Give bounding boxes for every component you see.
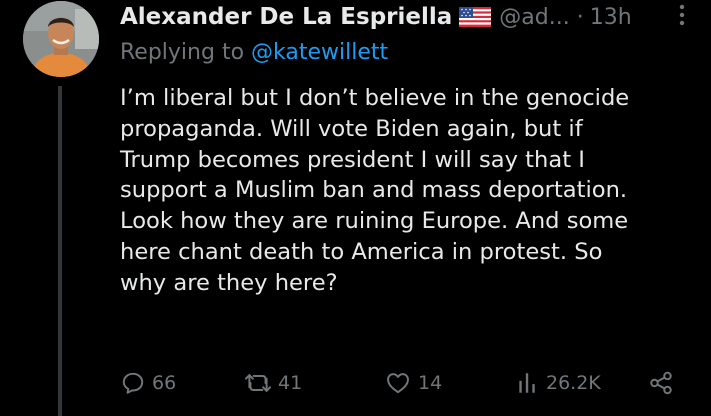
replying-to: Replying to @katewillett: [120, 40, 388, 65]
separator-dot: ·: [576, 4, 584, 30]
more-options-button[interactable]: [675, 3, 689, 27]
avatar-image: [23, 1, 99, 77]
avatar[interactable]: [23, 1, 99, 77]
tweet-text-line: I’m liberal but I don’t believe in the g…: [120, 85, 630, 111]
like-button[interactable]: 14: [384, 366, 442, 400]
us-flag-icon: [459, 7, 492, 27]
retweet-count: 41: [278, 372, 303, 394]
timestamp[interactable]: 13h: [590, 5, 632, 30]
action-bar: 66 41 14 26.2K: [0, 366, 711, 400]
user-handle[interactable]: @ad...: [499, 5, 569, 30]
reply-icon: [122, 372, 144, 394]
views-count: 26.2K: [546, 372, 601, 394]
tweet-header: Alexander De La Espriella @ad... · 13h: [120, 0, 695, 34]
tweet-text-line: propaganda. Will vote Biden again, but i…: [120, 115, 583, 142]
retweet-button[interactable]: 41: [244, 366, 302, 400]
display-name[interactable]: Alexander De La Espriella: [120, 4, 452, 30]
tweet-text-line: Look how they are ruining Europe. And so…: [120, 208, 629, 235]
tweet-text: I’m liberal but I don’t believe in the g…: [120, 83, 695, 299]
retweet-icon: [244, 374, 272, 392]
more-vertical-icon: [679, 4, 685, 26]
views-bar-icon: [519, 373, 535, 393]
replying-to-label: Replying to: [120, 40, 245, 65]
heart-icon: [387, 373, 409, 394]
tweet-text-line: why are they here?: [120, 269, 338, 296]
share-button[interactable]: [648, 366, 674, 400]
tweet-text-line: support a Muslim ban and mass deportatio…: [120, 177, 628, 204]
replying-to-mention[interactable]: @katewillett: [251, 40, 388, 65]
like-count: 14: [418, 372, 443, 394]
tweet-text-line: here chant death to America in protest. …: [120, 238, 603, 265]
tweet-text-line: Trump becomes president I will say that …: [120, 146, 585, 173]
reply-count: 66: [152, 372, 177, 394]
tweet: Alexander De La Espriella @ad... · 13h R…: [0, 0, 711, 416]
share-icon: [650, 371, 672, 395]
views-button[interactable]: 26.2K: [516, 366, 601, 400]
reply-button[interactable]: 66: [120, 366, 176, 400]
